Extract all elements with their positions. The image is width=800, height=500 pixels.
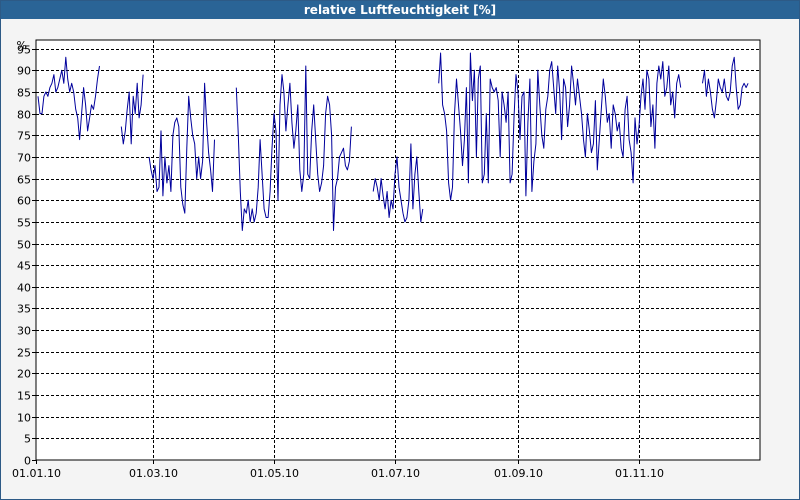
y-tick-label: 10 (17, 412, 31, 425)
y-tick-label: 20 (17, 368, 31, 381)
y-tick-label: 0 (24, 455, 31, 468)
y-tick-label: 70 (17, 152, 31, 165)
y-tick-label: 5 (24, 433, 31, 446)
x-tick-label: 01.05.10 (250, 467, 299, 480)
humidity-chart: 0510152025303540455055606570758085909501… (12, 39, 761, 480)
y-tick-label: 80 (17, 109, 31, 122)
plot-area (35, 39, 761, 461)
y-tick-label: 85 (17, 87, 31, 100)
x-tick-label: 01.11.10 (615, 467, 664, 480)
x-tick-label: 01.01.10 (12, 467, 61, 480)
y-tick-label: 55 (17, 217, 31, 230)
y-tick-label: 65 (17, 174, 31, 187)
y-tick-label: 35 (17, 303, 31, 316)
y-tick-label: 25 (17, 347, 31, 360)
y-tick-label: 60 (17, 195, 31, 208)
y-tick-label: 30 (17, 325, 31, 338)
y-tick-label: 90 (17, 65, 31, 78)
y-tick-label: 50 (17, 239, 31, 252)
x-tick-label: 01.09.10 (494, 467, 543, 480)
y-tick-label: 15 (17, 390, 31, 403)
y-tick-label: 75 (17, 130, 31, 143)
y-tick-label: 40 (17, 282, 31, 295)
x-tick-label: 01.03.10 (129, 467, 178, 480)
y-axis-label: % (17, 39, 27, 52)
x-tick-label: 01.07.10 (371, 467, 420, 480)
y-tick-label: 45 (17, 260, 31, 273)
